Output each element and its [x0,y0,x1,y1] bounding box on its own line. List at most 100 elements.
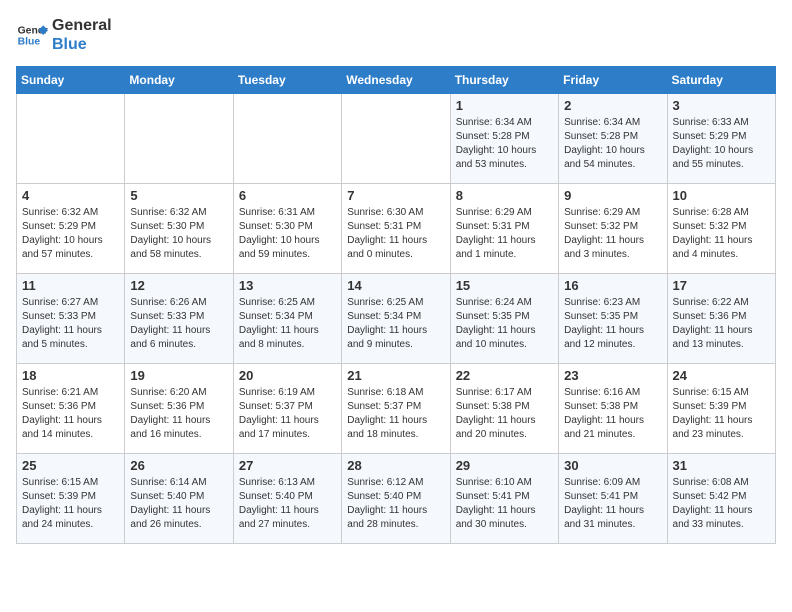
calendar-cell: 4 Sunrise: 6:32 AM Sunset: 5:29 PM Daylig… [17,184,125,274]
day-number: 12 [130,278,227,293]
calendar-cell: 16 Sunrise: 6:23 AM Sunset: 5:35 PM Dayli… [559,274,667,364]
calendar-cell: 2Sunrise: 6:34 AM Sunset: 5:28 PM Daylig… [559,94,667,184]
calendar-cell: 23 Sunrise: 6:16 AM Sunset: 5:38 PM Dayli… [559,364,667,454]
day-info: Sunrise: 6:34 AM Sunset: 5:28 PM Dayligh… [456,116,553,172]
day-number: 20 [239,368,336,383]
calendar-cell: 31 Sunrise: 6:08 AM Sunset: 5:42 PM Dayli… [667,454,775,544]
logo-general: General [52,16,112,35]
day-number: 25 [22,458,119,473]
day-info: Sunrise: 6:20 AM Sunset: 5:36 PM Dayligh… [130,386,227,442]
calendar-cell [125,94,233,184]
calendar-cell [17,94,125,184]
calendar-cell: 6 Sunrise: 6:31 AM Sunset: 5:30 PM Daylig… [233,184,341,274]
day-info: Sunrise: 6:25 AM Sunset: 5:34 PM Dayligh… [347,296,444,352]
calendar-cell: 28 Sunrise: 6:12 AM Sunset: 5:40 PM Dayli… [342,454,450,544]
day-number: 1 [456,98,553,113]
day-info: Sunrise: 6:25 AM Sunset: 5:34 PM Dayligh… [239,296,336,352]
day-number: 29 [456,458,553,473]
calendar-cell: 8Sunrise: 6:29 AM Sunset: 5:31 PM Daylig… [450,184,558,274]
calendar-cell: 18Sunrise: 6:21 AM Sunset: 5:36 PM Dayli… [17,364,125,454]
week-row-4: 18Sunrise: 6:21 AM Sunset: 5:36 PM Dayli… [17,364,776,454]
calendar-cell: 9 Sunrise: 6:29 AM Sunset: 5:32 PM Daylig… [559,184,667,274]
svg-text:Blue: Blue [18,37,41,48]
day-info: Sunrise: 6:28 AM Sunset: 5:32 PM Dayligh… [673,206,770,262]
weekday-header-saturday: Saturday [667,67,775,94]
calendar-cell: 20 Sunrise: 6:19 AM Sunset: 5:37 PM Dayli… [233,364,341,454]
weekday-header-sunday: Sunday [17,67,125,94]
day-info: Sunrise: 6:32 AM Sunset: 5:29 PM Dayligh… [22,206,119,262]
calendar-cell: 5 Sunrise: 6:32 AM Sunset: 5:30 PM Daylig… [125,184,233,274]
day-number: 22 [456,368,553,383]
day-number: 10 [673,188,770,203]
day-info: Sunrise: 6:09 AM Sunset: 5:41 PM Dayligh… [564,476,661,532]
day-info: Sunrise: 6:33 AM Sunset: 5:29 PM Dayligh… [673,116,770,172]
weekday-header-monday: Monday [125,67,233,94]
day-number: 17 [673,278,770,293]
day-number: 11 [22,278,119,293]
calendar-cell: 19 Sunrise: 6:20 AM Sunset: 5:36 PM Dayli… [125,364,233,454]
day-number: 7 [347,188,444,203]
logo: General Blue General Blue [16,16,112,54]
calendar-cell: 7 Sunrise: 6:30 AM Sunset: 5:31 PM Daylig… [342,184,450,274]
day-number: 28 [347,458,444,473]
calendar-cell: 26Sunrise: 6:14 AM Sunset: 5:40 PM Dayli… [125,454,233,544]
weekday-header-wednesday: Wednesday [342,67,450,94]
day-info: Sunrise: 6:30 AM Sunset: 5:31 PM Dayligh… [347,206,444,262]
calendar-cell: 24 Sunrise: 6:15 AM Sunset: 5:39 PM Dayli… [667,364,775,454]
day-number: 23 [564,368,661,383]
day-info: Sunrise: 6:16 AM Sunset: 5:38 PM Dayligh… [564,386,661,442]
day-info: Sunrise: 6:15 AM Sunset: 5:39 PM Dayligh… [673,386,770,442]
day-number: 14 [347,278,444,293]
logo-blue: Blue [52,35,112,54]
day-info: Sunrise: 6:22 AM Sunset: 5:36 PM Dayligh… [673,296,770,352]
week-row-5: 25 Sunrise: 6:15 AM Sunset: 5:39 PM Dayli… [17,454,776,544]
calendar-cell [342,94,450,184]
day-info: Sunrise: 6:32 AM Sunset: 5:30 PM Dayligh… [130,206,227,262]
calendar-cell: 14 Sunrise: 6:25 AM Sunset: 5:34 PM Dayli… [342,274,450,364]
logo-icon: General Blue [16,19,48,51]
day-number: 31 [673,458,770,473]
day-info: Sunrise: 6:23 AM Sunset: 5:35 PM Dayligh… [564,296,661,352]
day-info: Sunrise: 6:13 AM Sunset: 5:40 PM Dayligh… [239,476,336,532]
day-info: Sunrise: 6:15 AM Sunset: 5:39 PM Dayligh… [22,476,119,532]
calendar-cell: 22 Sunrise: 6:17 AM Sunset: 5:38 PM Dayli… [450,364,558,454]
calendar-cell: 27Sunrise: 6:13 AM Sunset: 5:40 PM Dayli… [233,454,341,544]
day-info: Sunrise: 6:08 AM Sunset: 5:42 PM Dayligh… [673,476,770,532]
day-info: Sunrise: 6:29 AM Sunset: 5:31 PM Dayligh… [456,206,553,262]
day-info: Sunrise: 6:17 AM Sunset: 5:38 PM Dayligh… [456,386,553,442]
week-row-2: 4 Sunrise: 6:32 AM Sunset: 5:29 PM Daylig… [17,184,776,274]
day-number: 19 [130,368,227,383]
calendar-cell: 25 Sunrise: 6:15 AM Sunset: 5:39 PM Dayli… [17,454,125,544]
week-row-3: 11 Sunrise: 6:27 AM Sunset: 5:33 PM Dayli… [17,274,776,364]
day-info: Sunrise: 6:12 AM Sunset: 5:40 PM Dayligh… [347,476,444,532]
calendar-cell: 10 Sunrise: 6:28 AM Sunset: 5:32 PM Dayli… [667,184,775,274]
calendar-cell: 29 Sunrise: 6:10 AM Sunset: 5:41 PM Dayli… [450,454,558,544]
day-info: Sunrise: 6:19 AM Sunset: 5:37 PM Dayligh… [239,386,336,442]
day-info: Sunrise: 6:27 AM Sunset: 5:33 PM Dayligh… [22,296,119,352]
day-info: Sunrise: 6:29 AM Sunset: 5:32 PM Dayligh… [564,206,661,262]
day-info: Sunrise: 6:14 AM Sunset: 5:40 PM Dayligh… [130,476,227,532]
calendar-cell: 17 Sunrise: 6:22 AM Sunset: 5:36 PM Dayli… [667,274,775,364]
calendar-cell: 12 Sunrise: 6:26 AM Sunset: 5:33 PM Dayli… [125,274,233,364]
calendar-cell [233,94,341,184]
day-number: 21 [347,368,444,383]
day-number: 30 [564,458,661,473]
day-info: Sunrise: 6:24 AM Sunset: 5:35 PM Dayligh… [456,296,553,352]
day-number: 4 [22,188,119,203]
calendar-cell: 11 Sunrise: 6:27 AM Sunset: 5:33 PM Dayli… [17,274,125,364]
day-info: Sunrise: 6:18 AM Sunset: 5:37 PM Dayligh… [347,386,444,442]
day-number: 9 [564,188,661,203]
calendar-cell: 21 Sunrise: 6:18 AM Sunset: 5:37 PM Dayli… [342,364,450,454]
day-number: 6 [239,188,336,203]
calendar-cell: 13Sunrise: 6:25 AM Sunset: 5:34 PM Dayli… [233,274,341,364]
day-number: 5 [130,188,227,203]
day-number: 24 [673,368,770,383]
day-info: Sunrise: 6:26 AM Sunset: 5:33 PM Dayligh… [130,296,227,352]
calendar-cell: 30 Sunrise: 6:09 AM Sunset: 5:41 PM Dayli… [559,454,667,544]
day-info: Sunrise: 6:10 AM Sunset: 5:41 PM Dayligh… [456,476,553,532]
calendar-cell: 3 Sunrise: 6:33 AM Sunset: 5:29 PM Daylig… [667,94,775,184]
day-number: 3 [673,98,770,113]
weekday-header-row: SundayMondayTuesdayWednesdayThursdayFrid… [17,67,776,94]
day-number: 16 [564,278,661,293]
day-info: Sunrise: 6:31 AM Sunset: 5:30 PM Dayligh… [239,206,336,262]
